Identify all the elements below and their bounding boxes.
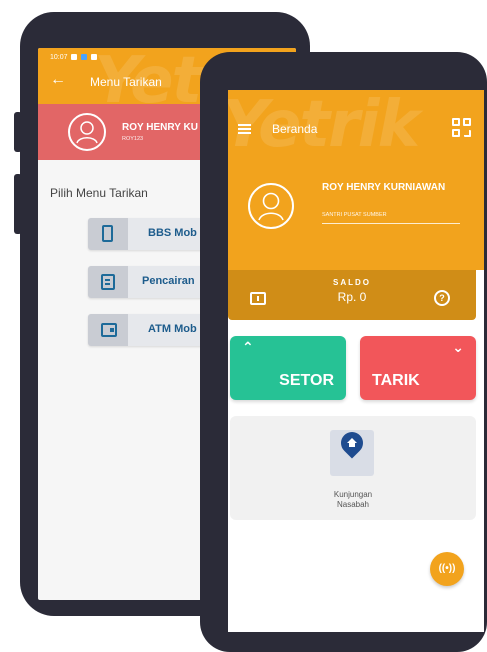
broadcast-icon[interactable]: ((•)) xyxy=(430,552,464,586)
menu-icon-box xyxy=(88,266,128,298)
menu-heading: Pilih Menu Tarikan xyxy=(50,186,148,200)
user-name: ROY HENRY KURNIAWAN xyxy=(322,182,446,193)
tarik-label: TARIK xyxy=(372,372,420,389)
user-id: ROY123 xyxy=(122,136,144,142)
wallet-icon xyxy=(101,323,117,337)
status-time: 10:07 xyxy=(50,54,68,61)
back-arrow-icon[interactable]: ← xyxy=(50,72,66,88)
sim-icon xyxy=(91,54,98,61)
watermark: Yetrik xyxy=(228,90,420,162)
chevron-down-icon: ⌄ xyxy=(452,340,464,356)
setor-label: SETOR xyxy=(279,372,334,389)
avatar-icon xyxy=(68,113,106,151)
divider xyxy=(322,223,460,224)
setor-button[interactable]: ⌃ SETOR xyxy=(230,336,346,400)
volume-button xyxy=(14,112,22,152)
status-bar: 10:07 xyxy=(50,54,98,61)
avatar-icon xyxy=(248,183,294,229)
page-title: Menu Tarikan xyxy=(90,75,162,89)
menu-icon-box xyxy=(88,314,128,346)
tarik-button[interactable]: ⌄ TARIK xyxy=(360,336,476,400)
qr-code-icon[interactable] xyxy=(452,118,472,138)
map-pin-icon xyxy=(330,427,374,476)
kunjungan-label: Kunjungan Nasabah xyxy=(230,490,476,510)
saldo-bar: SALDO Rp. 0 ? xyxy=(228,270,476,320)
page-title: Beranda xyxy=(272,122,318,136)
notification-icon xyxy=(71,54,78,61)
menu-icon[interactable] xyxy=(238,124,251,126)
user-subtitle: SANTRI PUSAT SUMBER xyxy=(322,212,387,218)
menu-item-label: ATM Mob xyxy=(148,323,197,335)
user-name: ROY HENRY KU xyxy=(122,122,198,133)
kunjungan-label-line2: Nasabah xyxy=(336,500,370,509)
menu-item-label: BBS Mob xyxy=(148,227,197,239)
app-icon xyxy=(81,54,88,61)
menu-icon-box xyxy=(88,218,128,250)
power-button xyxy=(14,174,22,234)
chevron-up-icon: ⌃ xyxy=(242,340,254,356)
home-icon xyxy=(347,438,357,448)
help-icon[interactable]: ? xyxy=(434,290,450,306)
document-icon xyxy=(101,274,115,290)
kunjungan-label-line1: Kunjungan xyxy=(333,490,373,499)
front-header: Yetrik Beranda ROY HENRY KURNIAWAN SANTR… xyxy=(228,90,484,270)
front-screen: Yetrik Beranda ROY HENRY KURNIAWAN SANTR… xyxy=(228,90,484,632)
phone-icon xyxy=(102,225,113,242)
saldo-label: SALDO xyxy=(333,278,371,287)
kunjungan-nasabah-button[interactable]: Kunjungan Nasabah xyxy=(230,416,476,520)
menu-item-label: Pencairan xyxy=(142,275,195,287)
